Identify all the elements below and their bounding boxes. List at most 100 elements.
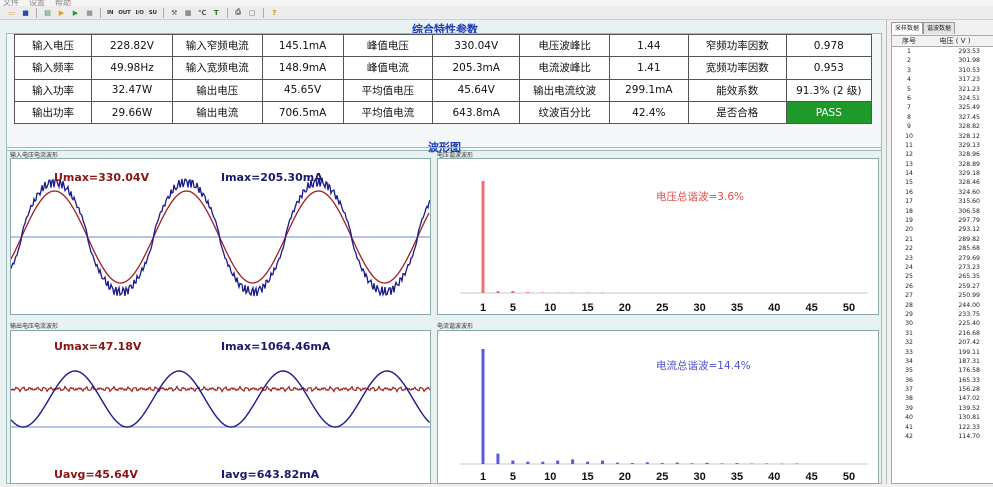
sample-row[interactable]: 3 310.53 <box>892 66 993 75</box>
sample-voltage: 321.23 <box>958 85 980 93</box>
param-value: 0.978 <box>785 33 873 58</box>
sample-row[interactable]: 15 328.46 <box>892 178 993 187</box>
sample-row[interactable]: 41 122.33 <box>892 423 993 432</box>
sample-data-table[interactable]: 序号 电压 ( V ) 1 293.53 2 301.98 3 310.53 4 317.23… <box>891 35 993 484</box>
sample-row[interactable]: 21 289.82 <box>892 235 993 244</box>
sample-row[interactable]: 1 293.53 <box>892 47 993 56</box>
sample-row[interactable]: 24 273.23 <box>892 263 993 272</box>
stop-icon[interactable]: ■ <box>84 7 95 18</box>
sample-row[interactable]: 10 328.12 <box>892 132 993 141</box>
param-label: 是否合格 <box>687 100 787 125</box>
tools-icon[interactable]: ⚒ <box>169 7 180 18</box>
sample-index: 18 <box>905 207 913 215</box>
sample-index: 2 <box>907 57 911 65</box>
sample-row[interactable]: 29 233.75 <box>892 310 993 319</box>
sample-row[interactable]: 26 259.27 <box>892 282 993 291</box>
next-icon[interactable]: ▶ <box>56 7 67 18</box>
sample-row[interactable]: 34 187.31 <box>892 357 993 366</box>
sample-row[interactable]: 27 250.99 <box>892 291 993 300</box>
sample-row[interactable]: 5 321.23 <box>892 85 993 94</box>
sample-row[interactable]: 36 165.33 <box>892 376 993 385</box>
param-label: 平均值电流 <box>342 100 434 125</box>
sample-row[interactable]: 32 207.42 <box>892 338 993 347</box>
sample-row[interactable]: 28 244.00 <box>892 301 993 310</box>
sample-row[interactable]: 2 301.98 <box>892 56 993 65</box>
open-folder-icon[interactable]: ▭ <box>6 7 17 18</box>
sample-row[interactable]: 4 317.23 <box>892 75 993 84</box>
save-icon[interactable]: ■ <box>20 7 31 18</box>
sample-row[interactable]: 35 176.58 <box>892 366 993 375</box>
sample-index: 8 <box>907 113 911 121</box>
sample-row[interactable]: 31 216.68 <box>892 329 993 338</box>
sample-index: 17 <box>905 198 913 206</box>
param-value: 330.04V <box>432 33 521 58</box>
x-tick-label: 40 <box>768 471 780 483</box>
help-icon[interactable]: ? <box>269 7 280 18</box>
sample-row[interactable]: 9 328.82 <box>892 122 993 131</box>
sample-row[interactable]: 23 279.69 <box>892 254 993 263</box>
sample-index: 41 <box>905 423 913 431</box>
sample-row[interactable]: 19 297.79 <box>892 216 993 225</box>
settings-icon[interactable]: ▦ <box>183 7 194 18</box>
harmonic-bar-15 <box>586 461 590 464</box>
io-icon[interactable]: I/O <box>135 7 145 18</box>
x-tick-label: 50 <box>843 302 855 314</box>
col-header-voltage[interactable]: 电压 ( V ) <box>926 36 984 46</box>
sample-row[interactable]: 18 306.58 <box>892 207 993 216</box>
harmonic-bar-3 <box>496 453 500 464</box>
preview-icon[interactable]: ▢ <box>247 7 258 18</box>
input-umax-label: Umax=330.04V <box>54 171 150 184</box>
sample-row[interactable]: 6 324.51 <box>892 94 993 103</box>
export-icon[interactable]: ▤ <box>42 7 53 18</box>
sample-row[interactable]: 17 315.60 <box>892 197 993 206</box>
sample-row[interactable]: 7 325.49 <box>892 103 993 112</box>
cal-icon[interactable]: ℃ <box>197 7 208 18</box>
input-icon[interactable]: IN <box>106 7 114 18</box>
harmonic-bar-1 <box>481 181 485 293</box>
harmonic-bar-33 <box>720 463 724 464</box>
param-value: 1.41 <box>608 56 689 80</box>
sample-row[interactable]: 37 156.28 <box>892 385 993 394</box>
sample-row[interactable]: 30 225.40 <box>892 319 993 328</box>
sample-voltage: 285.68 <box>958 245 980 253</box>
sample-voltage: 289.82 <box>958 235 980 243</box>
sample-row[interactable]: 16 324.60 <box>892 188 993 197</box>
su-icon[interactable]: SU <box>148 7 158 18</box>
harmonic-bar-1 <box>481 349 485 464</box>
param-value: 145.1mA <box>261 33 344 58</box>
sample-row[interactable]: 20 293.12 <box>892 225 993 234</box>
sample-row[interactable]: 11 329.13 <box>892 141 993 150</box>
param-value: 706.5mA <box>261 100 344 125</box>
sample-row[interactable]: 42 114.70 <box>892 432 993 441</box>
sample-row[interactable]: 38 147.02 <box>892 394 993 403</box>
sample-row[interactable]: 12 328.96 <box>892 150 993 159</box>
sample-index: 34 <box>905 357 913 365</box>
sample-row[interactable]: 8 327.45 <box>892 113 993 122</box>
sample-voltage: 199.11 <box>958 348 980 356</box>
sample-index: 40 <box>905 414 913 422</box>
toolbar-separator <box>226 7 228 18</box>
text-icon[interactable]: T <box>211 7 222 18</box>
sample-row[interactable]: 25 265.35 <box>892 272 993 281</box>
param-label: 输出电压 <box>172 78 263 102</box>
tab-harmonic-data[interactable]: 谐波数据 <box>923 22 956 34</box>
start-icon[interactable]: ▶ <box>70 7 81 18</box>
output-waveform-plot <box>10 370 431 428</box>
output-icon[interactable]: OUT <box>117 7 131 18</box>
sample-voltage: 297.79 <box>958 217 980 225</box>
sample-row[interactable]: 14 329.18 <box>892 169 993 178</box>
sample-voltage: 250.99 <box>958 292 980 300</box>
sample-index: 31 <box>905 329 913 337</box>
param-value: 228.82V <box>90 33 174 58</box>
sample-row[interactable]: 40 130.81 <box>892 413 993 422</box>
sample-row[interactable]: 22 285.68 <box>892 244 993 253</box>
toolbar-separator <box>162 7 164 18</box>
print-icon[interactable]: ⎙ <box>233 7 244 18</box>
output-uavg-label: Uavg=45.64V <box>54 468 138 481</box>
sample-row[interactable]: 39 139.52 <box>892 404 993 413</box>
tab-sample-data[interactable]: 采样数据 <box>891 22 924 34</box>
sample-row[interactable]: 13 328.89 <box>892 160 993 169</box>
sample-row[interactable]: 33 199.11 <box>892 348 993 357</box>
sample-index: 28 <box>905 301 913 309</box>
col-header-index[interactable]: 序号 <box>892 36 926 46</box>
